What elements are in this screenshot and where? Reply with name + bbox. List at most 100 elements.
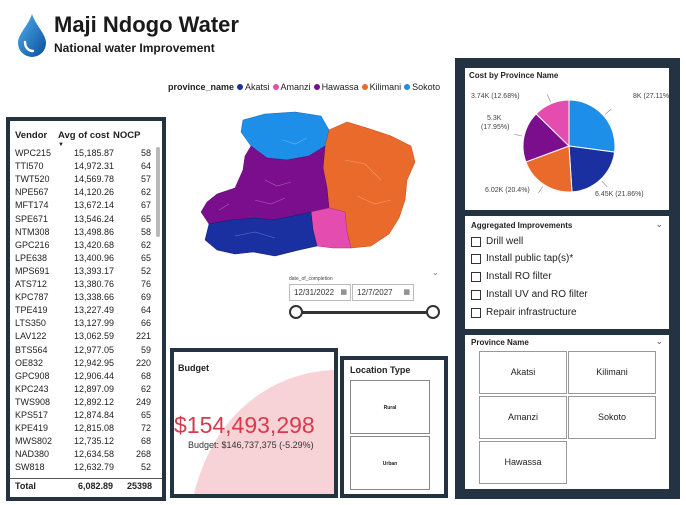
pie-data-label: 8K (27.11%) xyxy=(633,93,669,100)
vendor-cell: LPE638 xyxy=(15,252,48,263)
table-scrollbar[interactable] xyxy=(156,147,160,237)
nocp-cell: 62 xyxy=(140,239,151,250)
slicer-title: Aggregated Improvements xyxy=(471,221,573,230)
slider-end-handle[interactable] xyxy=(426,305,440,319)
chevron-down-icon[interactable]: ⌄ xyxy=(655,336,663,347)
calendar-icon[interactable]: ▦ xyxy=(403,285,410,300)
avg-cost-cell: 14,120.26 xyxy=(73,187,114,198)
legend-item-hawassa[interactable]: Hawassa xyxy=(313,82,359,92)
cost-pie-chart[interactable]: 8K (27.11%) 6.45K (21.86%) 6.02K (20.4%) 5.… xyxy=(465,68,669,210)
table-row[interactable]: TTI570 14,972.31 64 xyxy=(10,160,154,173)
column-header-vendor[interactable]: Vendor xyxy=(15,129,47,142)
vendor-cell: TTI570 xyxy=(15,161,44,172)
vendor-cell: GPC216 xyxy=(15,239,50,250)
table-row[interactable]: KPE419 12,815.08 72 xyxy=(10,422,154,435)
avg-cost-cell: 14,972.31 xyxy=(73,161,114,172)
checkbox-repair-infrastructure[interactable]: Repair infrastructure xyxy=(471,306,577,320)
vendor-cell: OE832 xyxy=(15,357,44,368)
checkbox-drill-well[interactable]: Drill well xyxy=(471,235,523,249)
province-button-kilimani[interactable]: Kilimani xyxy=(568,351,656,394)
avg-cost-cell: 14,569.78 xyxy=(73,174,114,185)
pie-slice-sokoto[interactable] xyxy=(568,99,616,153)
date-filter-label: date_of_completion xyxy=(289,276,333,282)
date-start-input[interactable]: 12/31/2022 ▦ xyxy=(289,284,351,301)
legend-item-sokoto[interactable]: Sokoto xyxy=(404,82,440,92)
chevron-down-icon[interactable]: ⌄ xyxy=(432,268,439,277)
pie-data-label: 3.74K (12.68%) xyxy=(471,93,520,100)
map-region-amanzi[interactable] xyxy=(310,207,352,249)
table-row[interactable]: SPE671 13,546.24 65 xyxy=(10,213,154,226)
province-button-amanzi[interactable]: Amanzi xyxy=(479,396,567,439)
table-row[interactable]: SW818 12,632.79 52 xyxy=(10,461,154,474)
legend-item-akatsi[interactable]: Akatsi xyxy=(237,82,270,92)
date-end-input[interactable]: 12/7/2027 ▦ xyxy=(352,284,414,301)
table-row[interactable]: WPC215 15,185.87 58 xyxy=(10,147,154,160)
table-row[interactable]: LAV122 13,062.59 221 xyxy=(10,330,154,343)
table-row[interactable]: LPE638 13,400.96 65 xyxy=(10,252,154,265)
table-row[interactable]: TWT520 14,569.78 57 xyxy=(10,173,154,186)
province-button-sokoto[interactable]: Sokoto xyxy=(568,396,656,439)
table-row[interactable]: MFT174 13,672.14 67 xyxy=(10,199,154,212)
checkbox-icon[interactable] xyxy=(471,254,481,264)
table-row[interactable]: GPC216 13,420.68 62 xyxy=(10,239,154,252)
province-button-akatsi[interactable]: Akatsi xyxy=(479,351,567,394)
date-range-slider[interactable] xyxy=(296,311,433,314)
table-row[interactable]: KPC243 12,897.09 62 xyxy=(10,383,154,396)
checkbox-icon[interactable] xyxy=(471,290,481,300)
nocp-cell: 65 xyxy=(140,410,151,420)
avg-cost-cell: 12,892.12 xyxy=(73,396,114,407)
vendor-cell: KPC243 xyxy=(15,383,49,394)
vendor-cell: SW818 xyxy=(15,462,45,473)
location-type-card: Location Type Rural Urban xyxy=(340,356,448,498)
table-row[interactable]: TWS908 12,892.12 249 xyxy=(10,396,154,409)
vendor-cell: TWS908 xyxy=(15,396,51,407)
pie-slice-akatsi[interactable] xyxy=(568,145,616,193)
location-urban-button[interactable]: Urban xyxy=(350,436,430,490)
avg-cost-cell: 13,127.99 xyxy=(73,318,114,329)
checkbox-install-public-tap[interactable]: Install public tap(s)* xyxy=(471,252,573,266)
column-header-nocp[interactable]: NOCP xyxy=(113,129,140,142)
province-map[interactable] xyxy=(195,100,445,260)
checkbox-install-ro-filter[interactable]: Install RO filter xyxy=(471,270,552,284)
table-row[interactable]: NAD380 12,634.58 268 xyxy=(10,448,154,461)
table-row[interactable]: ATS712 13,380.76 76 xyxy=(10,278,154,291)
column-header-avg-cost[interactable]: Avg of cost xyxy=(58,129,109,142)
table-row[interactable]: MPS691 13,393.17 52 xyxy=(10,265,154,278)
avg-cost-cell: 12,815.08 xyxy=(73,423,114,434)
avg-cost-cell: 12,897.09 xyxy=(73,383,114,394)
nocp-cell: 68 xyxy=(140,436,151,447)
nocp-cell: 52 xyxy=(140,265,151,276)
vendor-cell: MFT174 xyxy=(15,200,49,211)
avg-cost-cell: 13,062.59 xyxy=(73,331,114,342)
location-rural-button[interactable]: Rural xyxy=(350,380,430,434)
legend-dot-icon xyxy=(361,84,368,90)
checkbox-icon[interactable] xyxy=(471,237,481,247)
table-row[interactable]: OE832 12,942.95 220 xyxy=(10,357,154,370)
table-row[interactable]: TPE419 13,227.49 64 xyxy=(10,304,154,317)
province-button-hawassa[interactable]: Hawassa xyxy=(479,441,567,484)
table-row[interactable]: NPE567 14,120.26 62 xyxy=(10,186,154,199)
table-row[interactable]: NTM308 13,498.86 58 xyxy=(10,226,154,239)
vendor-cell: NTM308 xyxy=(15,226,50,237)
vendor-cell: LTS350 xyxy=(15,318,46,329)
checkbox-install-uv-ro-filter[interactable]: Install UV and RO filter xyxy=(471,288,588,302)
calendar-icon[interactable]: ▦ xyxy=(340,285,347,300)
checkbox-icon[interactable] xyxy=(471,272,481,282)
table-row[interactable]: BTS564 12,977.05 59 xyxy=(10,344,154,357)
legend-dot-icon xyxy=(313,84,320,90)
nocp-cell: 64 xyxy=(140,305,151,316)
vendor-table[interactable]: Vendor Avg of cost NOCP ▼ WPC215 15,185.8… xyxy=(10,121,162,497)
location-type-title: Location Type xyxy=(350,365,411,375)
table-row[interactable]: KPS517 12,874.84 65 xyxy=(10,409,154,422)
chevron-down-icon[interactable]: ⌄ xyxy=(655,219,663,230)
table-row[interactable]: KPC787 13,338.66 69 xyxy=(10,291,154,304)
table-row[interactable]: GPC908 12,906.44 68 xyxy=(10,370,154,383)
legend-item-kilimani[interactable]: Kilimani xyxy=(361,82,401,92)
province-name-slicer: Province Name ⌄ Akatsi Kilimani Amanzi S… xyxy=(465,335,669,489)
legend-dot-icon xyxy=(404,84,411,90)
checkbox-icon[interactable] xyxy=(471,308,481,318)
slider-start-handle[interactable] xyxy=(289,305,303,319)
table-row[interactable]: LTS350 13,127.99 66 xyxy=(10,317,154,330)
legend-item-amanzi[interactable]: Amanzi xyxy=(272,82,311,92)
table-row[interactable]: MWS802 12,735.12 68 xyxy=(10,435,154,448)
